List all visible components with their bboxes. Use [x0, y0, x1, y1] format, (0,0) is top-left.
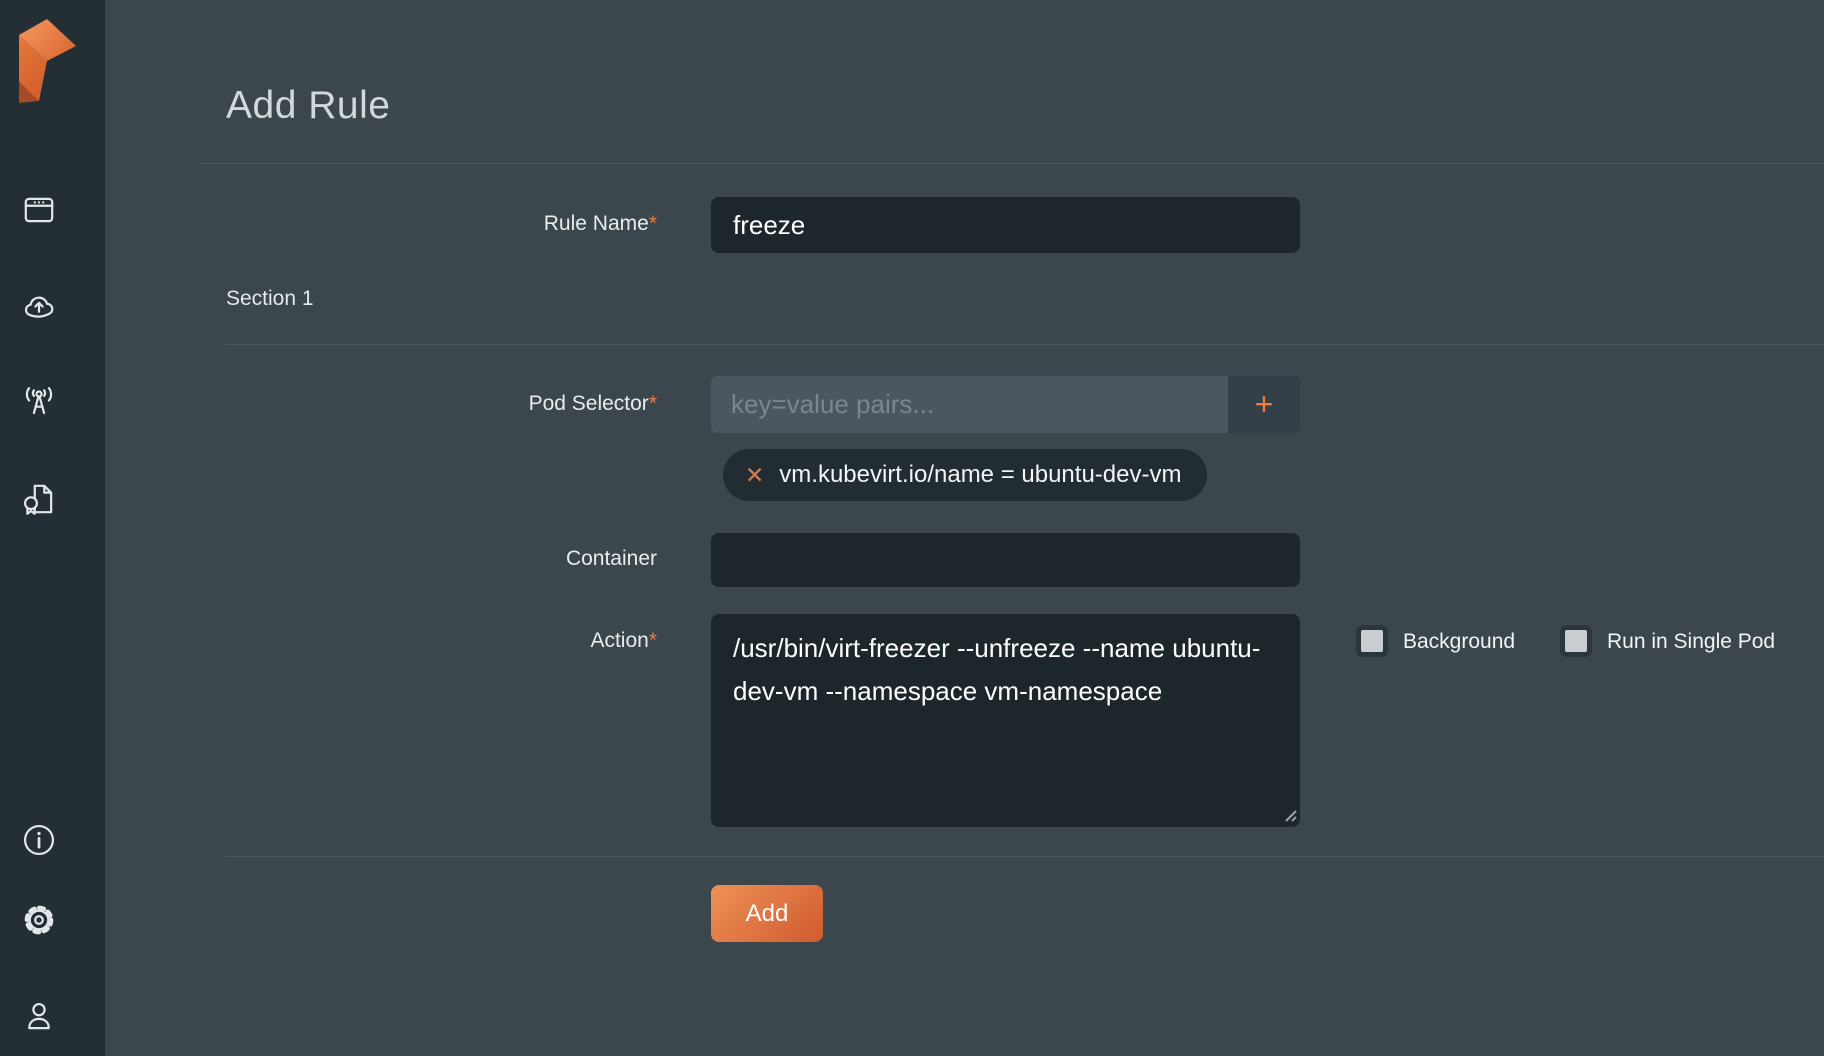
footer-divider [226, 856, 1824, 857]
sidebar-item-cloud-upload[interactable] [20, 289, 58, 327]
pod-selector-label: Pod Selector* [529, 391, 657, 417]
page-title: Add Rule [226, 84, 390, 128]
sidebar-item-certificate[interactable] [20, 480, 58, 518]
plus-icon: + [1255, 386, 1274, 423]
section-divider [226, 344, 1824, 345]
cloud-upload-icon [20, 289, 58, 327]
add-rule-page: Add Rule Rule Name* Section 1 Pod Select… [0, 0, 1824, 1056]
background-checkbox[interactable] [1356, 625, 1388, 657]
action-textarea[interactable]: /usr/bin/virt-freezer --unfreeze --name … [711, 614, 1300, 827]
chip-text: vm.kubevirt.io/name = ubuntu-dev-vm [779, 461, 1181, 489]
user-icon [20, 997, 58, 1035]
app-logo[interactable] [19, 19, 76, 103]
pod-selector-input[interactable] [711, 376, 1228, 433]
selector-chip: ✕ vm.kubevirt.io/name = ubuntu-dev-vm [723, 449, 1207, 501]
container-input[interactable] [711, 533, 1300, 587]
required-asterisk: * [649, 212, 657, 235]
chip-remove-icon[interactable]: ✕ [745, 464, 764, 487]
container-label: Container [566, 546, 657, 572]
sidebar-item-settings[interactable] [20, 901, 58, 939]
gear-icon [20, 901, 58, 939]
run-in-single-pod-checkbox[interactable] [1560, 625, 1592, 657]
action-label: Action* [590, 628, 657, 654]
run-in-single-pod-checkbox-label: Run in Single Pod [1607, 629, 1775, 655]
sidebar-item-app-window[interactable] [20, 191, 58, 229]
sidebar-item-user[interactable] [20, 997, 58, 1035]
section-label: Section 1 [226, 287, 314, 311]
sidebar [0, 0, 105, 1056]
certificate-file-icon [20, 480, 58, 518]
rule-name-label: Rule Name* [544, 211, 657, 237]
background-checkbox-label: Background [1403, 629, 1515, 655]
required-asterisk: * [649, 629, 657, 652]
info-icon [20, 821, 58, 859]
sidebar-item-broadcast[interactable] [20, 384, 58, 422]
required-asterisk: * [649, 392, 657, 415]
broadcast-antenna-icon [20, 384, 58, 422]
rule-name-input[interactable] [711, 197, 1300, 253]
app-window-icon [20, 191, 58, 229]
resize-handle-icon[interactable] [1280, 805, 1298, 823]
sidebar-item-info[interactable] [20, 821, 58, 859]
add-button[interactable]: Add [711, 885, 823, 942]
header-divider [199, 163, 1824, 164]
add-pair-button[interactable]: + [1228, 376, 1300, 433]
